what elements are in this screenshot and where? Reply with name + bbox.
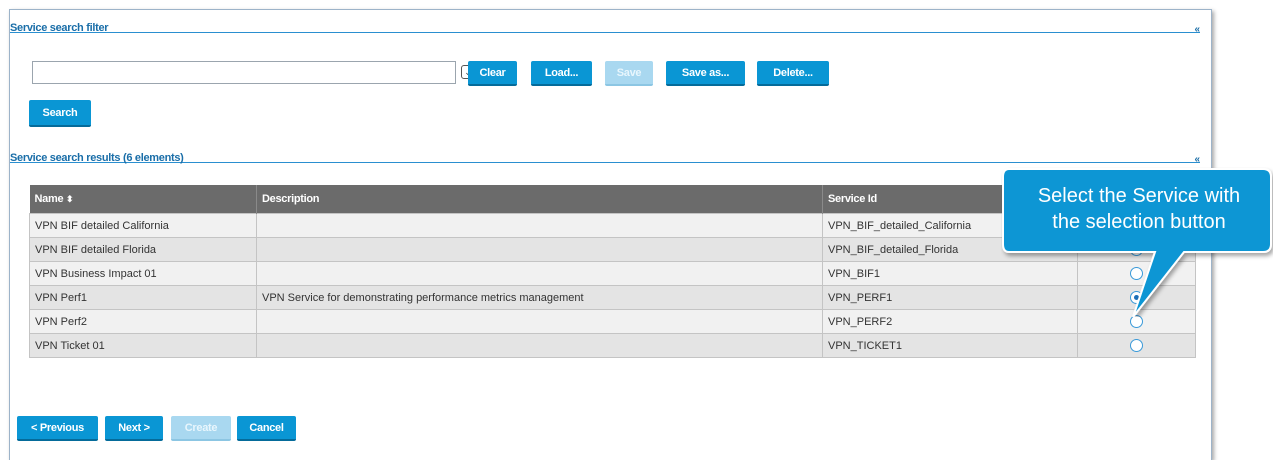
next-button[interactable]: Next > [105,416,163,441]
collapse-results-icon[interactable]: « [1194,154,1200,165]
cell-name: VPN Perf1 [29,285,257,310]
cell-select [1077,333,1196,358]
callout-text: Select the Service with the selection bu… [1007,183,1271,235]
cell-description [256,261,823,286]
cell-description [256,309,823,334]
cell-description [256,213,823,238]
cell-name: VPN BIF detailed California [29,213,257,238]
load-button[interactable]: Load... [531,61,592,86]
cell-name: VPN Business Impact 01 [29,261,257,286]
results-section-title: Service search results (6 elements) [10,152,184,164]
cell-service-id: VPN_TICKET1 [822,333,1078,358]
filter-input[interactable] [32,61,456,84]
cell-name: VPN BIF detailed Florida [29,237,257,262]
table-row[interactable]: VPN Ticket 01 VPN_TICKET1 [29,333,1196,358]
cancel-button[interactable]: Cancel [237,416,296,441]
search-button[interactable]: Search [29,100,91,127]
save-as-button[interactable]: Save as... [666,61,745,86]
previous-button[interactable]: < Previous [17,416,98,441]
cell-description [256,333,823,358]
callout-line-2: the selection button [1052,211,1226,233]
callout-line-1: Select the Service with [1037,185,1241,207]
cell-name: VPN Ticket 01 [29,333,257,358]
clear-button[interactable]: Clear [468,61,517,86]
tutorial-callout: Select the Service with the selection bu… [1001,167,1273,317]
cell-name: VPN Perf2 [29,309,257,334]
results-section-header: Service search results (6 elements) « [10,140,1200,165]
sort-icon[interactable]: ⬍ [66,194,74,204]
select-radio[interactable] [1130,339,1143,352]
column-header-description[interactable]: Description [256,185,823,214]
column-header-name[interactable]: Name ⬍ [29,185,257,214]
delete-button[interactable]: Delete... [757,61,829,86]
collapse-filter-icon[interactable]: « [1194,24,1200,35]
filter-section-title: Service search filter [10,22,109,34]
filter-section-header: Service search filter « [10,10,1200,35]
cell-description [256,237,823,262]
save-button[interactable]: Save [605,61,653,86]
cell-description: VPN Service for demonstrating performanc… [256,285,823,310]
create-button[interactable]: Create [171,416,231,441]
